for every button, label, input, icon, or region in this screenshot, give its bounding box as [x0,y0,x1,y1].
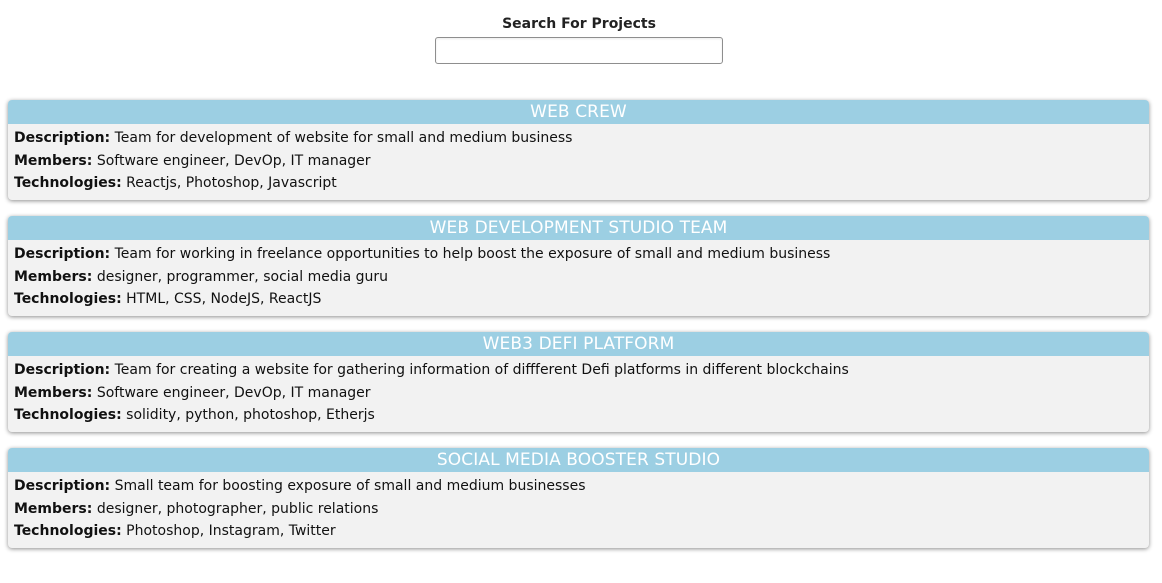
search-section: Search For Projects [0,14,1158,64]
technologies-label: Technologies: [14,291,122,307]
technologies-label: Technologies: [14,175,122,191]
project-technologies-row: Technologies: Photoshop, Instagram, Twit… [14,520,1143,543]
project-members-row: Members: Software engineer, DevOp, IT ma… [14,150,1143,173]
technologies-value: solidity, python, photoshop, Etherjs [126,407,375,423]
project-description-row: Description: Team for working in freelan… [14,243,1143,266]
members-label: Members: [14,384,93,401]
project-description-row: Description: Small team for boosting exp… [14,475,1143,498]
description-value: Team for working in freelance opportunit… [114,246,831,262]
description-label: Description: [14,130,111,146]
project-description-row: Description: Team for creating a website… [14,359,1143,382]
description-value: Team for development of website for smal… [114,130,573,146]
technologies-value: Reactjs, Photoshop, Javascript [126,175,337,191]
technologies-label: Technologies: [14,523,122,539]
description-value: Team for creating a website for gatherin… [114,362,849,378]
project-details: Description: Team for working in freelan… [8,240,1149,311]
project-technologies-row: Technologies: HTML, CSS, NodeJS, ReactJS [14,288,1143,311]
project-title: WEB CREW [8,100,1149,124]
project-card: SOCIAL MEDIA BOOSTER STUDIO Description:… [8,448,1149,548]
description-value: Small team for boosting exposure of smal… [114,478,586,494]
project-title: SOCIAL MEDIA BOOSTER STUDIO [8,448,1149,472]
technologies-label: Technologies: [14,407,122,423]
project-card: WEB DEVELOPMENT STUDIO TEAM Description:… [8,216,1149,316]
project-members-row: Members: designer, photographer, public … [14,498,1143,521]
project-members-row: Members: Software engineer, DevOp, IT ma… [14,382,1143,405]
project-details: Description: Team for creating a website… [8,356,1149,427]
project-description-row: Description: Team for development of web… [14,127,1143,150]
project-card: WEB CREW Description: Team for developme… [8,100,1149,200]
technologies-value: HTML, CSS, NodeJS, ReactJS [126,291,322,307]
description-label: Description: [14,362,111,378]
project-details: Description: Team for development of web… [8,124,1149,195]
members-value: designer, photographer, public relations [96,500,379,517]
project-list: WEB CREW Description: Team for developme… [8,100,1149,564]
technologies-value: Photoshop, Instagram, Twitter [126,523,336,539]
search-label: Search For Projects [502,16,656,32]
search-input[interactable] [435,37,723,64]
project-technologies-row: Technologies: solidity, python, photosho… [14,404,1143,427]
members-label: Members: [14,500,93,517]
project-title: WEB3 DEFI PLATFORM [8,332,1149,356]
project-technologies-row: Technologies: Reactjs, Photoshop, Javasc… [14,172,1143,195]
project-title: WEB DEVELOPMENT STUDIO TEAM [8,216,1149,240]
description-label: Description: [14,246,111,262]
members-label: Members: [14,268,93,285]
members-value: designer, programmer, social media guru [96,268,389,285]
members-value: Software engineer, DevOp, IT manager [96,384,371,401]
project-details: Description: Small team for boosting exp… [8,472,1149,543]
members-label: Members: [14,152,93,169]
project-members-row: Members: designer, programmer, social me… [14,266,1143,289]
members-value: Software engineer, DevOp, IT manager [96,152,371,169]
project-card: WEB3 DEFI PLATFORM Description: Team for… [8,332,1149,432]
description-label: Description: [14,478,111,494]
